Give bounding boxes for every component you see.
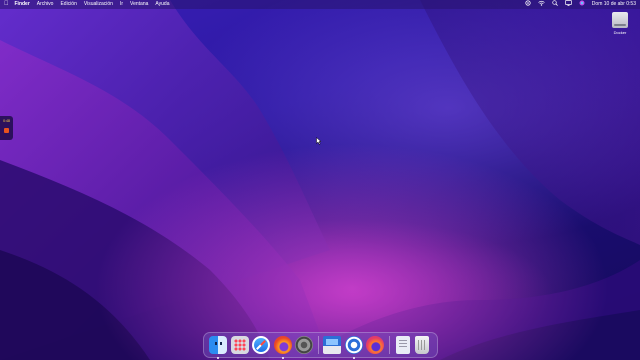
launchpad-icon[interactable] [230,336,249,354]
search-icon[interactable] [552,0,558,10]
menu-clock[interactable]: Dom 10 de abr 0:53 [592,0,636,9]
disk-utility-icon[interactable] [344,336,363,359]
siri-icon[interactable] [579,0,585,10]
dock-separator [388,336,390,354]
safari-icon[interactable] [252,336,271,354]
wifi-icon[interactable] [538,0,545,10]
hard-drive-icon [612,12,628,28]
control-center-icon[interactable] [525,0,531,10]
menu-ventana[interactable]: Ventana [130,0,148,9]
wallpaper [0,0,640,360]
display-icon[interactable] [564,0,572,10]
apple-icon[interactable]:  [4,0,9,9]
recording-widget[interactable]: 0:48 [0,116,13,140]
running-indicator [217,357,219,359]
menu-archivo[interactable]: Archivo [37,0,54,9]
preview-icon[interactable] [322,336,341,354]
stop-record-icon[interactable] [4,128,9,133]
running-indicator [352,357,355,359]
finder-icon[interactable] [209,336,227,359]
desktop-drive-docker[interactable]: Docker [604,12,636,35]
dock [203,332,438,359]
mouse-pointer-icon [316,137,322,145]
menu-ayuda[interactable]: Ayuda [155,0,169,9]
recording-time: 0:48 [3,119,10,123]
trash-icon[interactable] [414,336,429,354]
menu-bar:  Finder Archivo Edición Visualización I… [0,0,640,9]
menu-edicion[interactable]: Edición [60,0,76,9]
drive-label: Docker [613,30,627,35]
dock-separator [317,336,319,354]
documents-stack-icon[interactable] [395,336,410,354]
menu-visualizacion[interactable]: Visualización [84,0,113,9]
desktop:  Finder Archivo Edición Visualización I… [0,0,640,360]
firefox-developer-icon[interactable] [366,336,385,354]
running-indicator [281,357,284,359]
menu-ir[interactable]: Ir [120,0,123,9]
menu-finder[interactable]: Finder [15,0,30,9]
firefox-icon[interactable] [273,336,292,359]
system-preferences-icon[interactable] [295,336,314,354]
